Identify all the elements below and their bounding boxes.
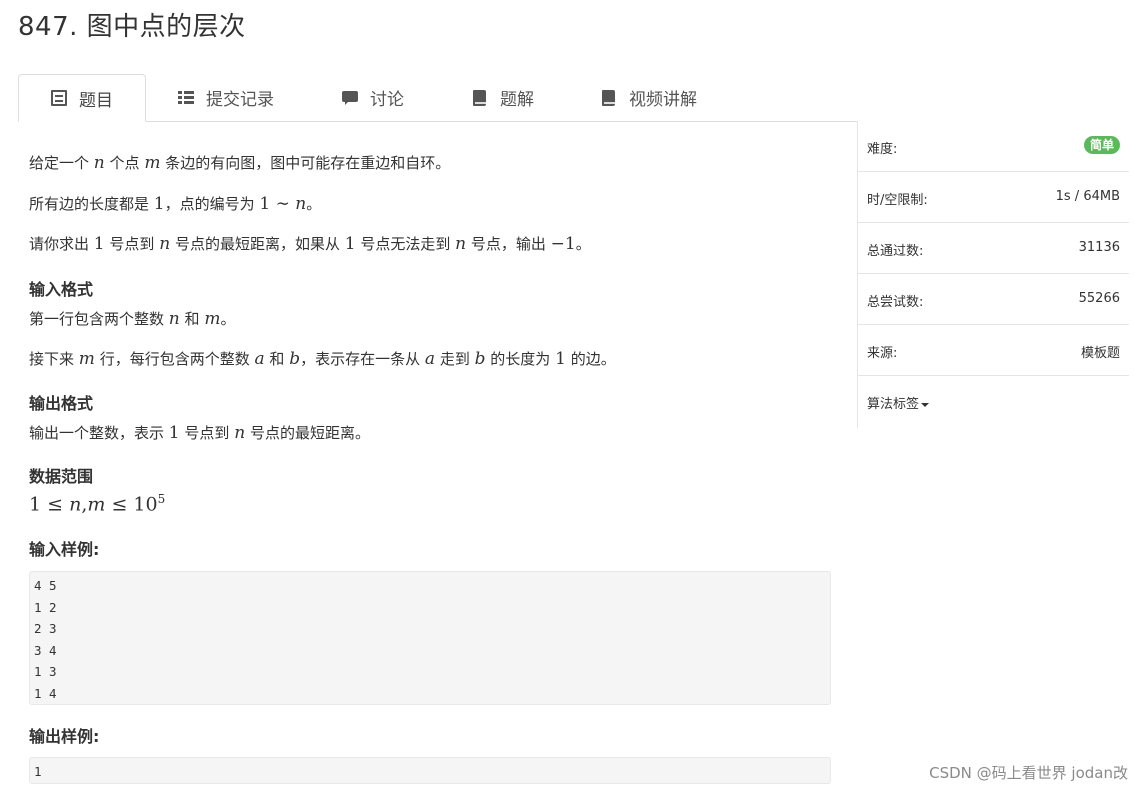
doc-icon: [51, 90, 67, 106]
sample-output-code[interactable]: 1: [29, 757, 831, 784]
difficulty-label: 难度:: [867, 142, 898, 157]
tab-submissions[interactable]: 提交记录: [178, 74, 274, 121]
tags-row: 算法标签: [858, 376, 1129, 427]
limits-label: 时/空限制:: [867, 193, 928, 208]
sample-input-code[interactable]: 4 5 1 2 2 3 3 4 1 3 1 4: [29, 571, 831, 705]
tags-dropdown[interactable]: 算法标签: [867, 393, 930, 412]
input-format-line-1: 第一行包含两个整数 n 和 m。: [29, 309, 236, 329]
accepted-label: 总通过数:: [867, 244, 924, 259]
accepted-value: 31136: [1078, 240, 1120, 255]
source-label: 来源:: [867, 346, 898, 361]
attempts-value: 55266: [1078, 291, 1120, 306]
code-line: 1 2: [34, 599, 57, 615]
tags-label: 算法标签: [867, 397, 920, 412]
difficulty-badge: 简单: [1083, 136, 1120, 154]
attempts-label: 总尝试数:: [867, 295, 924, 310]
description-line-2: 所有边的长度都是 1，点的编号为 1 ∼ n。: [29, 194, 322, 214]
list-icon: [178, 89, 194, 106]
book-icon: [472, 89, 488, 106]
comment-icon: [342, 90, 358, 106]
book-icon: [601, 89, 617, 106]
source-row: 来源: 模板题: [858, 325, 1129, 376]
problem-tabs: 题目 提交记录 讨论 题解 视频讲解: [18, 74, 1128, 122]
problem-content: 给定一个 n 个点 m 条边的有向图，图中可能存在重边和自环。 所有边的长度都是…: [18, 122, 838, 792]
difficulty-row: 难度: 简单: [858, 121, 1129, 172]
tab-label: 题解: [500, 90, 534, 110]
caret-down-icon: [921, 402, 930, 407]
code-line: 1 3: [34, 664, 57, 680]
tab-label: 视频讲解: [629, 90, 697, 110]
code-line: 1: [34, 764, 42, 779]
source-value[interactable]: 模板题: [1081, 342, 1120, 361]
watermark: CSDN @码上看世界 jodan改: [929, 764, 1128, 782]
input-format-heading: 输入格式: [29, 280, 94, 299]
page-title: 847. 图中点的层次: [18, 12, 246, 42]
code-line: 2 3: [34, 621, 57, 637]
tab-label: 提交记录: [206, 90, 274, 110]
accepted-row: 总通过数: 31136: [858, 223, 1129, 274]
tab-video[interactable]: 视频讲解: [601, 74, 697, 121]
tab-discussion[interactable]: 讨论: [342, 74, 404, 121]
code-line: 4 5: [34, 578, 57, 593]
sample-input-heading: 输入样例:: [29, 540, 100, 559]
attempts-row: 总尝试数: 55266: [858, 274, 1129, 325]
tab-label: 讨论: [370, 90, 404, 110]
sample-output-heading: 输出样例:: [29, 727, 100, 746]
tab-problem[interactable]: 题目: [18, 74, 146, 122]
data-range-formula: 1 ≤ n,m ≤ 105: [29, 492, 166, 516]
tab-solutions[interactable]: 题解: [472, 74, 534, 121]
code-line: 1 4: [34, 685, 57, 701]
limits-row: 时/空限制: 1s / 64MB: [858, 172, 1129, 223]
description-line-3: 请你求出 1 号点到 n 号点的最短距离，如果从 1 号点无法走到 n 号点，输…: [29, 234, 591, 254]
input-format-line-2: 接下来 m 行，每行包含两个整数 a 和 b，表示存在一条从 a 走到 b 的长…: [29, 349, 616, 369]
description-line-1: 给定一个 n 个点 m 条边的有向图，图中可能存在重边和自环。: [29, 153, 451, 173]
tab-label: 题目: [79, 90, 113, 111]
limits-value: 1s / 64MB: [1055, 189, 1120, 204]
output-format-heading: 输出格式: [29, 394, 94, 413]
output-format-line-1: 输出一个整数，表示 1 号点到 n 号点的最短距离。: [29, 423, 370, 443]
data-range-heading: 数据范围: [29, 467, 94, 486]
problem-info-panel: 难度: 简单 时/空限制: 1s / 64MB 总通过数: 31136 总尝试数…: [857, 121, 1129, 428]
code-line: 3 4: [34, 642, 57, 658]
